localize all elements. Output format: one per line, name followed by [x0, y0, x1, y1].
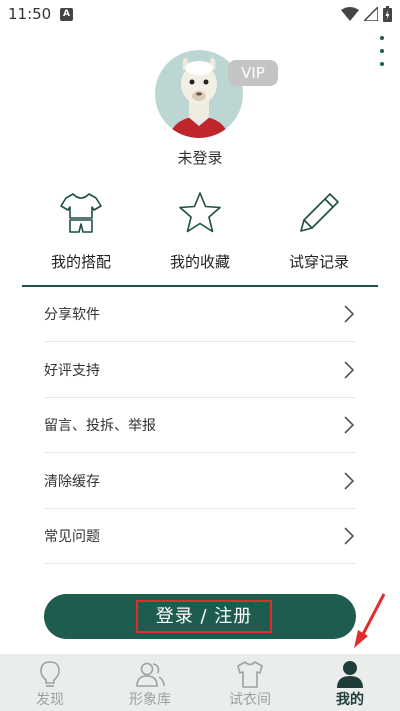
nav-tab-label: 发现 [36, 692, 64, 708]
vip-badge: VIP [228, 60, 278, 86]
chevron-right-icon [344, 416, 354, 434]
nav-tab-label: 形象库 [129, 692, 171, 708]
menu-item-rate[interactable]: 好评支持 [44, 342, 356, 398]
menu-item-label: 好评支持 [44, 363, 100, 379]
chevron-right-icon [344, 305, 354, 323]
wifi-icon [341, 7, 359, 21]
menu-item-feedback[interactable]: 留言、投拆、举报 [44, 397, 356, 453]
nav-tab-label: 我的 [336, 692, 364, 708]
quick-action-label: 试穿记录 [288, 253, 349, 271]
bulb-icon [40, 661, 60, 687]
status-icons [341, 6, 392, 22]
nav-tab-mine[interactable]: 我的 [300, 654, 400, 711]
bottom-nav: 发现 形象库 试衣间 我的 [0, 654, 400, 711]
shirt-icon [60, 193, 102, 233]
login-status[interactable]: 未登录 [0, 147, 400, 168]
status-bar: 11:50 A [0, 0, 400, 30]
pencil-icon [300, 193, 339, 232]
chevron-right-icon [344, 361, 354, 379]
nav-tab-discover[interactable]: 发现 [0, 654, 100, 711]
menu-item-clear-cache[interactable]: 清除缓存 [44, 453, 356, 509]
annotation-arrow-icon [354, 593, 386, 648]
battery-icon [383, 6, 392, 22]
status-time: 11:50 [8, 5, 52, 23]
nav-tab-fitting-room[interactable]: 试衣间 [200, 654, 300, 711]
more-options-icon[interactable] [378, 36, 386, 66]
signal-icon [364, 7, 378, 21]
menu-item-label: 分享软件 [44, 307, 100, 323]
quick-action-label: 我的搭配 [50, 253, 111, 271]
menu-item-label: 常见问题 [44, 529, 100, 545]
notification-icon: A [60, 8, 73, 21]
menu-item-share[interactable]: 分享软件 [44, 286, 356, 342]
quick-action-label: 我的收藏 [169, 253, 230, 271]
nav-tab-image-library[interactable]: 形象库 [100, 654, 200, 711]
menu-item-label: 清除缓存 [44, 474, 100, 490]
star-icon [179, 192, 221, 233]
chevron-right-icon [344, 472, 354, 490]
login-register-label[interactable]: 登录 / 注册 [136, 600, 272, 633]
people-icon [136, 662, 165, 687]
quick-action-try-on-history[interactable]: 试穿记录 [254, 190, 384, 272]
menu-item-faq[interactable]: 常见问题 [44, 508, 356, 564]
quick-action-favorites[interactable]: 我的收藏 [135, 190, 265, 272]
chevron-right-icon [344, 527, 354, 545]
tshirt-icon [237, 661, 263, 688]
quick-action-my-outfits[interactable]: 我的搭配 [16, 190, 146, 272]
person-icon [337, 661, 363, 688]
menu-item-label: 留言、投拆、举报 [44, 418, 156, 434]
nav-tab-label: 试衣间 [229, 692, 271, 708]
